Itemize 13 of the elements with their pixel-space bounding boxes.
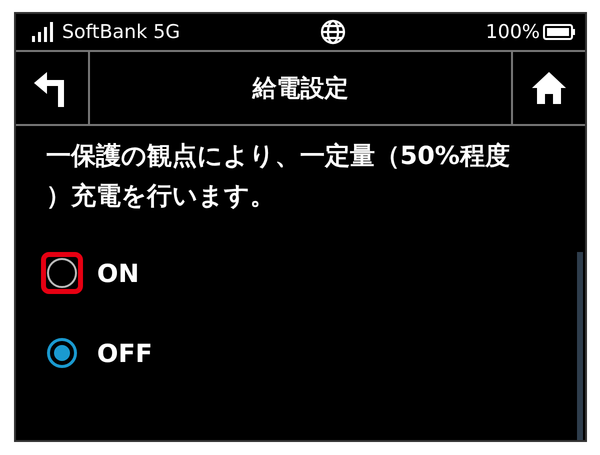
screen-title: 給電設定 [251, 73, 350, 104]
battery-percentage: 100% [486, 21, 540, 43]
option-label: OFF [97, 338, 152, 368]
home-icon [532, 72, 566, 104]
option-label: ON [97, 258, 140, 288]
globe-icon [320, 19, 346, 45]
radio-button[interactable] [47, 338, 77, 368]
description-text: ）充電を行います。 [46, 180, 276, 212]
signal-icon [32, 22, 54, 42]
radio-button[interactable] [47, 258, 77, 288]
carrier-name: SoftBank 5G [62, 21, 180, 43]
description-text: 一保護の観点により、一定量（50%程度 [46, 140, 511, 172]
battery-icon [543, 24, 575, 40]
